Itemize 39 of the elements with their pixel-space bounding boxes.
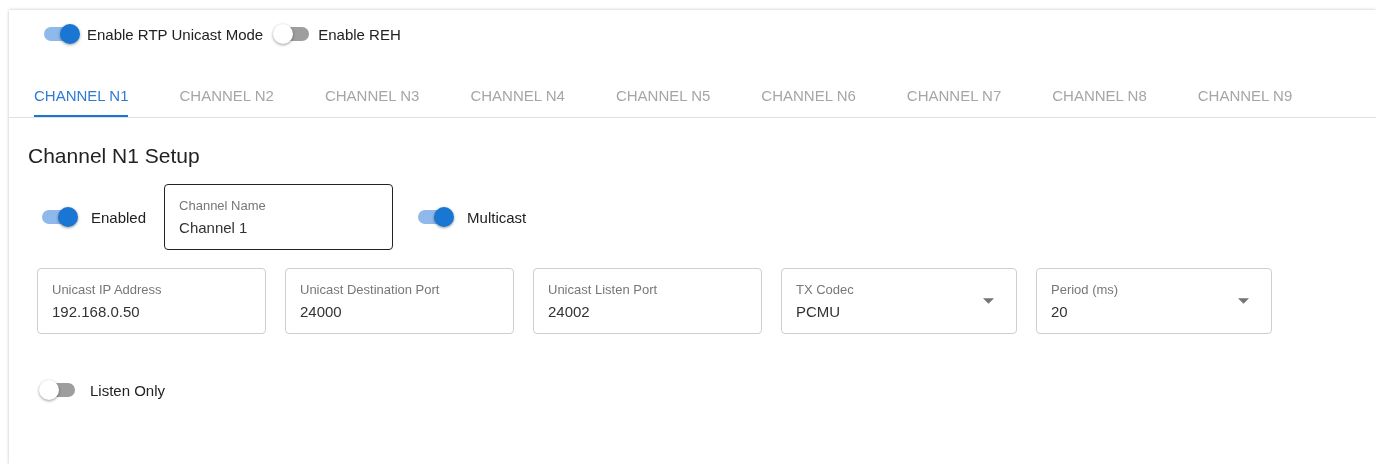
toggle-switch[interactable]	[39, 378, 77, 402]
switch-label: Multicast	[467, 208, 527, 226]
input-field[interactable]: Unicast Destination Port 24000	[285, 268, 514, 334]
field-label: Unicast Destination Port	[300, 282, 441, 297]
switch-label: Enabled	[91, 208, 147, 226]
field-value: PCMU	[796, 303, 842, 320]
tab[interactable]: CHANNEL N5	[615, 78, 711, 117]
switch-label: Enable REH	[318, 25, 401, 43]
field-label: Period (ms)	[1051, 282, 1120, 297]
tab[interactable]: CHANNEL N6	[761, 78, 856, 117]
input-field[interactable]: Unicast Listen Port 24002	[533, 268, 762, 334]
field-label: Unicast Listen Port	[548, 282, 659, 297]
field-label: TX Codec	[796, 282, 855, 297]
field-value: 192.168.0.50	[52, 303, 141, 320]
tab[interactable]: CHANNEL N7	[906, 78, 1002, 117]
caret-icon	[983, 298, 994, 304]
field-label: Channel Name	[179, 198, 267, 213]
field-value: 20	[1051, 303, 1069, 320]
tab[interactable]: CHANNEL N3	[324, 78, 420, 117]
tab[interactable]: CHANNEL N8	[1052, 78, 1147, 117]
tab[interactable]: CHANNEL N2	[179, 78, 274, 117]
section-title: Channel N1 Setup	[28, 144, 201, 168]
toggle-switch[interactable]	[42, 22, 80, 46]
switch-label: Listen Only	[90, 381, 166, 399]
tab[interactable]: CHANNEL N1	[34, 78, 129, 117]
input-field[interactable]: Unicast IP Address 192.168.0.50	[37, 268, 266, 334]
select-field[interactable]: TX Codec PCMU	[781, 268, 1017, 334]
toggle-switch[interactable]	[40, 205, 78, 229]
switch-label: Enable RTP Unicast Mode	[87, 25, 264, 43]
input-field[interactable]: Channel Name Channel 1	[164, 184, 394, 250]
caret-icon	[1238, 298, 1249, 304]
toggle-switch[interactable]	[416, 205, 455, 229]
tab[interactable]: CHANNEL N9	[1197, 78, 1293, 117]
tab[interactable]: CHANNEL N4	[470, 78, 565, 117]
field-value: 24000	[300, 303, 343, 320]
field-value: Channel 1	[179, 219, 249, 236]
select-field[interactable]: Period (ms) 20	[1036, 268, 1272, 334]
field-value: 24002	[548, 303, 591, 320]
field-label: Unicast IP Address	[52, 282, 163, 297]
